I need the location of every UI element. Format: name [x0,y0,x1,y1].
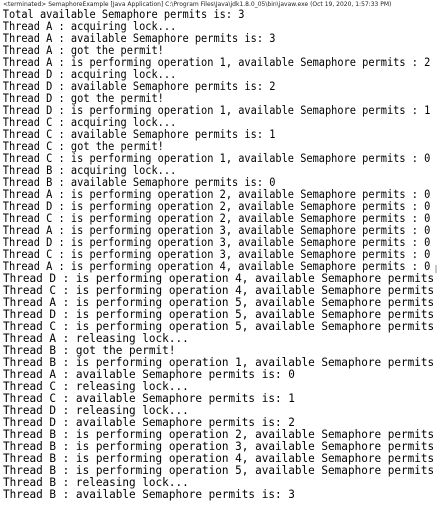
console-output[interactable]: Total available Semaphore permits is: 3 … [0,9,438,521]
console-header: <terminated> SemaphoreExample [Java Appl… [0,0,438,9]
scrollbar-thumb[interactable] [435,265,437,273]
console-line: Thread B : available Semaphore permits i… [2,488,295,501]
